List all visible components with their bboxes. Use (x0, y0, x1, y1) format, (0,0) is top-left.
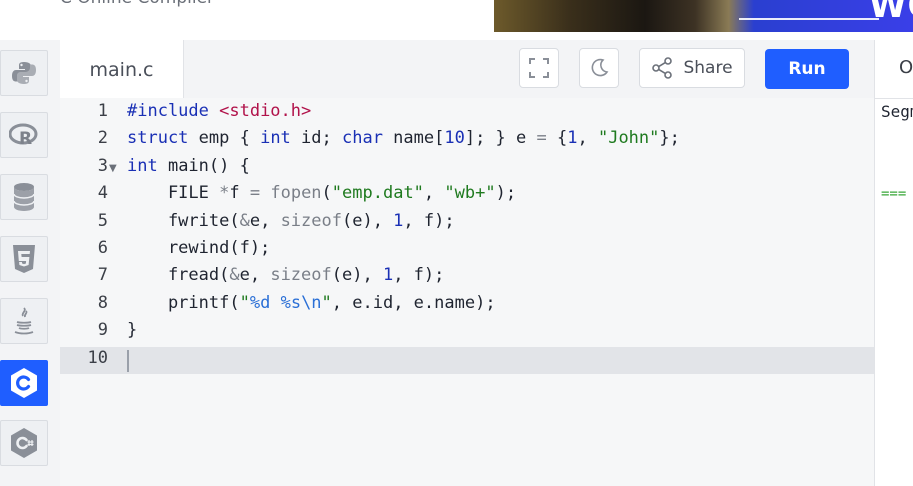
line-number: 4 (97, 183, 108, 204)
svg-text:R: R (19, 129, 32, 148)
line-number: 10 (87, 347, 108, 368)
r-icon: R (9, 123, 38, 148)
share-label: Share (683, 58, 733, 78)
python-icon (12, 62, 36, 84)
sidebar-item-html[interactable] (0, 236, 48, 282)
fold-arrow-icon[interactable]: ▼ (109, 163, 117, 174)
run-button[interactable]: Run (765, 49, 849, 89)
code-line[interactable]: FILE *f = fopen("emp.dat", "wb+"); (127, 180, 516, 207)
code-line[interactable]: } (127, 317, 137, 344)
code-line[interactable]: printf("%d %s\n", e.id, e.name); (127, 290, 496, 317)
theme-toggle-button[interactable] (579, 48, 619, 88)
code-line[interactable]: #include <stdio.h> (127, 98, 311, 125)
ad-banner[interactable]: WO (494, 0, 913, 32)
sidebar-item-sql[interactable] (0, 174, 48, 220)
sidebar-item-java[interactable] (0, 298, 48, 344)
share-icon (652, 57, 673, 79)
line-number: 5 (97, 210, 108, 231)
fullscreen-button[interactable] (519, 48, 559, 88)
site-title: C Online Compiler (60, 0, 214, 8)
sidebar-item-r[interactable]: R (0, 112, 48, 158)
code-line[interactable]: int main() { (127, 153, 250, 180)
code-line[interactable]: struct emp { int id; char name[10]; } e … (127, 125, 680, 152)
top-header: C Online Compiler WO (0, 0, 913, 41)
java-icon (14, 307, 34, 335)
html5-icon (13, 245, 35, 273)
output-text: Segmentation fault (881, 102, 913, 121)
line-number: 7 (97, 265, 108, 286)
code-line[interactable]: fread(&e, sizeof(e), 1, f); (127, 262, 444, 289)
text-cursor (127, 350, 129, 372)
line-number: 2 (97, 128, 108, 149)
database-icon (13, 183, 35, 211)
ad-stripe (739, 18, 879, 20)
sidebar-item-csharp[interactable] (0, 420, 48, 466)
code-editor[interactable]: 1 2 3 4 5 6 7 8 9 10 ▼ #include <stdio.h… (60, 98, 874, 486)
output-panel: Output Segmentation fault === Code Exite… (874, 40, 913, 486)
csharp-icon (11, 428, 37, 458)
active-line-highlight (60, 347, 874, 374)
line-number: 8 (97, 292, 108, 313)
line-number: 1 (97, 101, 108, 121)
sidebar-item-python[interactable] (0, 50, 48, 96)
c-icon (11, 368, 37, 398)
ad-text: WO (869, 0, 913, 26)
share-button[interactable]: Share (639, 48, 745, 88)
fullscreen-icon (529, 58, 549, 78)
output-label: Output (899, 57, 913, 78)
line-number: 6 (97, 238, 108, 258)
sidebar-item-c[interactable] (0, 360, 48, 406)
moon-icon (591, 58, 609, 77)
tab-main-c[interactable]: main.c (60, 40, 184, 99)
language-sidebar: R (0, 40, 61, 486)
editor-toolbar: main.c Share Run (60, 40, 874, 99)
code-line[interactable]: rewind(f); (127, 235, 270, 262)
line-number: 3 (97, 155, 108, 176)
output-header: Output (875, 40, 913, 99)
output-exit-status: === Code Exited With Errors === (881, 186, 913, 202)
code-line[interactable]: fwrite(&e, sizeof(e), 1, f); (127, 208, 455, 235)
line-number: 9 (97, 320, 108, 341)
